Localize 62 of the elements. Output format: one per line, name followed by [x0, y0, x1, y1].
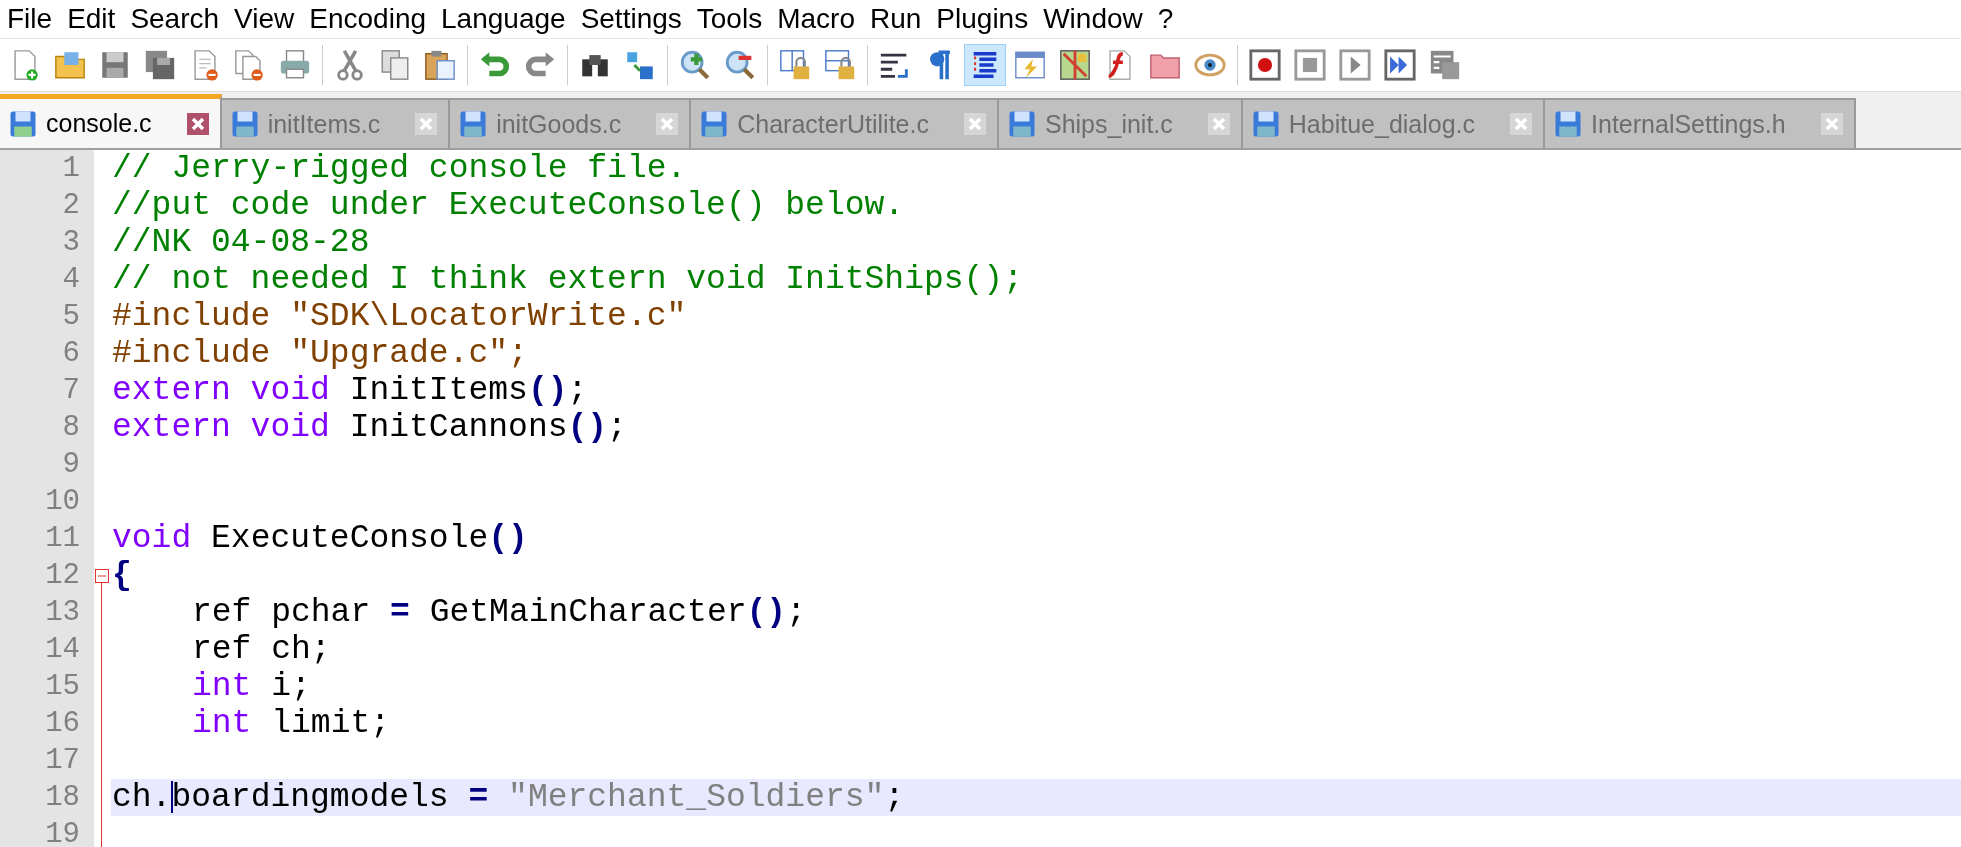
- menu-item[interactable]: Language: [438, 3, 569, 35]
- code-line: #include "SDK\LocatorWrite.c": [111, 298, 688, 335]
- line-number: 11: [0, 520, 94, 557]
- floppy-disks-icon: [143, 48, 177, 82]
- line-number: 5: [0, 298, 94, 335]
- code-line: int i;: [191, 668, 312, 705]
- line-number: 12: [0, 557, 94, 594]
- menu-item[interactable]: File: [4, 3, 56, 35]
- menu-item[interactable]: Edit: [64, 3, 119, 35]
- zoom-out-icon: [723, 48, 757, 82]
- line-number: 8: [0, 409, 94, 446]
- line-number: 19: [0, 816, 94, 847]
- code-line: //put code under ExecuteConsole() below.: [111, 187, 906, 224]
- code-line: void ExecuteConsole(): [111, 520, 529, 557]
- menu-item[interactable]: Macro: [774, 3, 858, 35]
- line-number: 4: [0, 261, 94, 298]
- code-line: int limit;: [191, 705, 392, 742]
- code-line: {: [111, 557, 133, 594]
- code-line: #include "Upgrade.c";: [111, 335, 529, 372]
- code-line: ref pchar = GetMainCharacter();: [191, 594, 807, 631]
- line-number: 2: [0, 187, 94, 224]
- line-number: 1: [0, 150, 94, 187]
- line-number: 9: [0, 446, 94, 483]
- code-line: // Jerry-rigged console file.: [111, 150, 688, 187]
- stop-icon: [1293, 48, 1327, 82]
- line-number: 6: [0, 335, 94, 372]
- code-line: // not needed I think extern void InitShips();: [111, 261, 1024, 298]
- window-lock-icon: [778, 48, 812, 82]
- menu-item[interactable]: Settings: [577, 3, 685, 35]
- toolbar-button[interactable]: [964, 44, 1006, 86]
- map-icon: [1058, 48, 1092, 82]
- menu-item[interactable]: Run: [866, 3, 925, 35]
- menu-item[interactable]: Plugins: [933, 3, 1032, 35]
- line-number: 13: [0, 594, 94, 631]
- line-number: 15: [0, 668, 94, 705]
- code-line: //NK 04-08-28: [111, 224, 371, 261]
- macro-list-icon: [1428, 48, 1462, 82]
- menu-item[interactable]: Search: [127, 3, 223, 35]
- fast-forward-icon: [1383, 48, 1417, 82]
- menu-item[interactable]: Window: [1040, 3, 1146, 35]
- line-number: 10: [0, 483, 94, 520]
- line-number: 3: [0, 224, 94, 261]
- menu-item[interactable]: View: [231, 3, 298, 35]
- code-line: ref ch;: [191, 631, 332, 668]
- menu-item[interactable]: Tools: [693, 3, 766, 35]
- line-number: 16: [0, 705, 94, 742]
- record-icon: [1248, 48, 1282, 82]
- line-number: 17: [0, 742, 94, 779]
- line-number: 7: [0, 372, 94, 409]
- fold-marker-icon[interactable]: [95, 569, 109, 583]
- clipboard-icon: [423, 48, 457, 82]
- menu-item[interactable]: Encoding: [306, 3, 430, 35]
- code-line: extern void InitCannons();: [111, 409, 628, 446]
- play-icon: [1338, 48, 1372, 82]
- window-lock-icon: [823, 48, 857, 82]
- zoom-in-icon: [678, 48, 712, 82]
- line-number: 18: [0, 779, 94, 816]
- close-tab-icon[interactable]: [185, 111, 210, 136]
- line-number: 14: [0, 631, 94, 668]
- menu-item[interactable]: ?: [1154, 3, 1177, 35]
- file-tab[interactable]: console.c: [0, 94, 222, 148]
- code-line: extern void InitItems();: [111, 372, 589, 409]
